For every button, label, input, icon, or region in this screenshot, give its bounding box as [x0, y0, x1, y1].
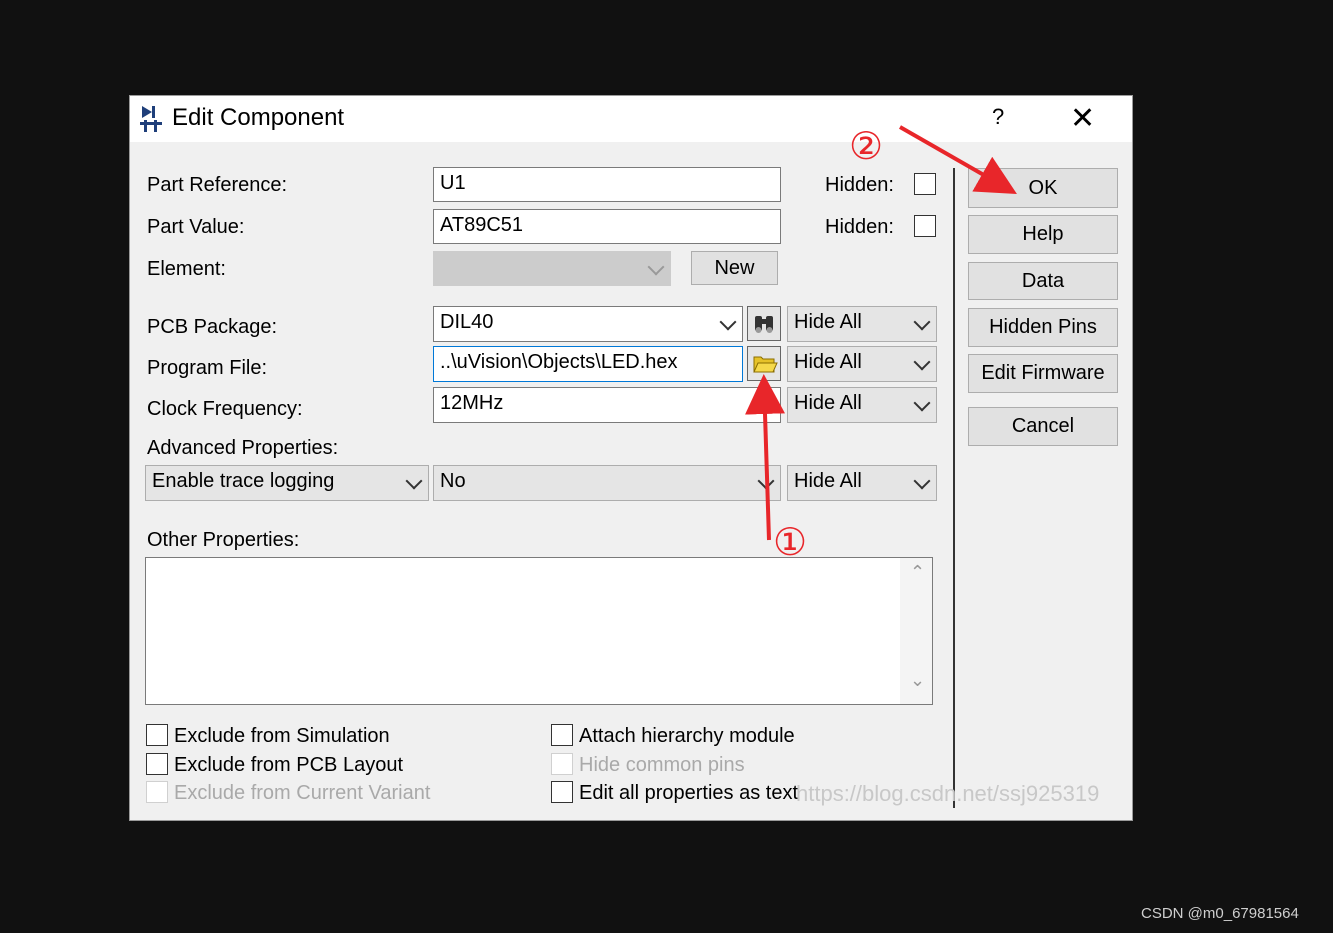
annotation-layer: [745, 125, 1017, 541]
step1-annotation: ①: [773, 522, 808, 564]
csdn-watermark: CSDN @m0_67981564: [1141, 905, 1299, 922]
step2-annotation: ②: [849, 126, 884, 168]
arrow-step2: [899, 125, 1017, 194]
arrow-step1: [745, 374, 786, 541]
